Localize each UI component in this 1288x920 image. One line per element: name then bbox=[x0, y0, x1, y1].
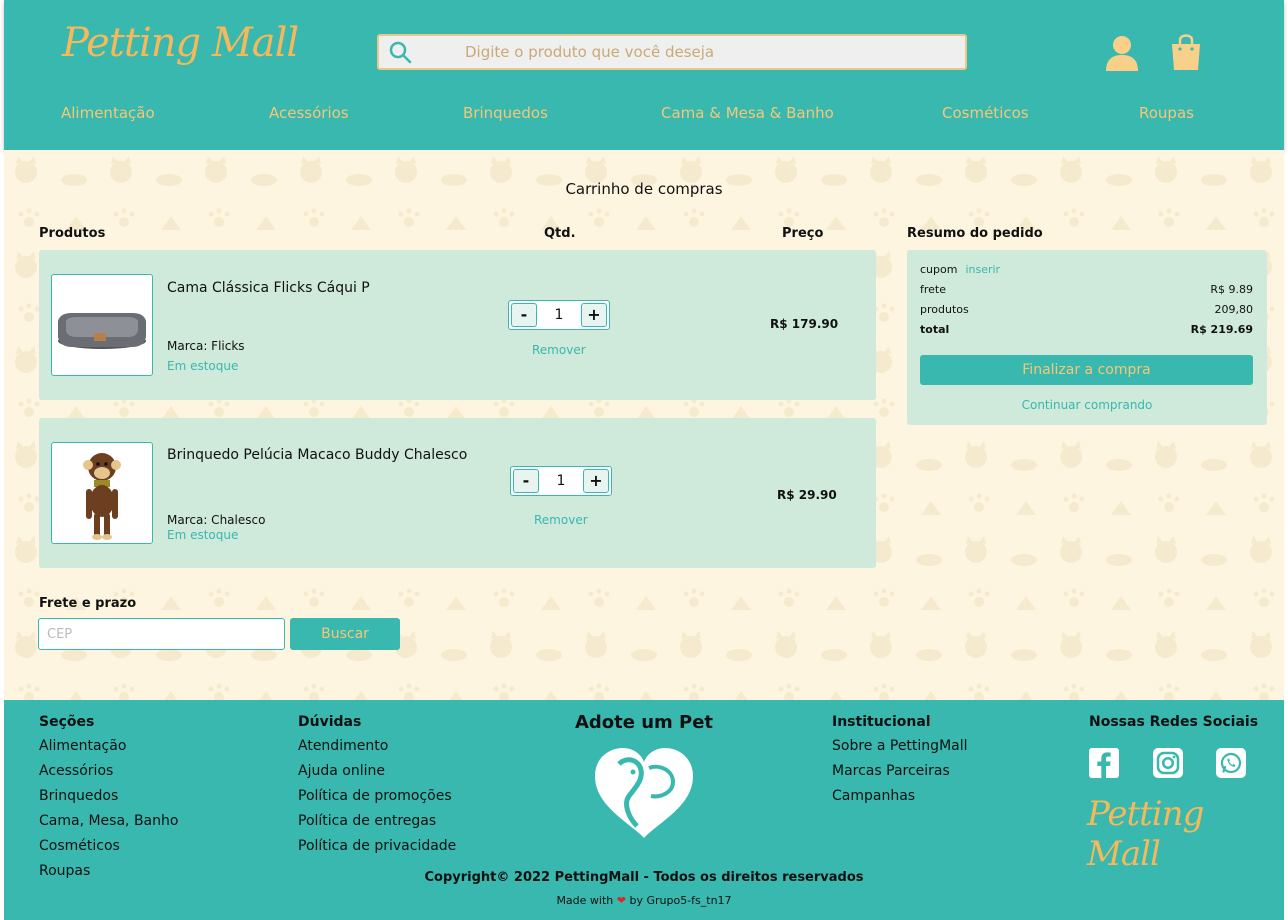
freight-label: frete bbox=[920, 283, 947, 296]
item-price: R$ 29.90 bbox=[777, 488, 837, 502]
nav-item-acessorios[interactable]: Acessórios bbox=[269, 104, 349, 122]
products-label: produtos bbox=[920, 303, 969, 316]
footer-sections-title: Seções bbox=[39, 714, 95, 730]
decrease-quantity-button[interactable]: - bbox=[511, 303, 537, 327]
footer-institutional-column: Institucional Sobre a PettingMall Marcas… bbox=[832, 714, 968, 809]
facebook-icon[interactable] bbox=[1089, 748, 1119, 778]
cart-item: Brinquedo Pelúcia Macaco Buddy Chalesco … bbox=[39, 418, 876, 568]
product-brand: Marca: Flicks bbox=[167, 339, 245, 353]
social-networks-title: Nossas Redes Sociais bbox=[1089, 714, 1259, 730]
nav-item-brinquedos[interactable]: Brinquedos bbox=[463, 104, 548, 122]
remove-item-link[interactable]: Remover bbox=[534, 513, 588, 527]
freight-section-title: Frete e prazo bbox=[39, 596, 137, 611]
checkout-button[interactable]: Finalizar a compra bbox=[920, 355, 1253, 385]
monkey-plush-image bbox=[83, 453, 121, 540]
cep-input[interactable] bbox=[38, 618, 285, 650]
copyright-text: Copyright© 2022 PettingMall - Todos os d… bbox=[424, 870, 864, 885]
remove-item-link[interactable]: Remover bbox=[532, 343, 586, 357]
whatsapp-icon[interactable] bbox=[1216, 748, 1246, 778]
column-header-price: Preço bbox=[782, 226, 824, 241]
footer-link-cosmeticos[interactable]: Cosméticos bbox=[39, 834, 178, 859]
footer-link-politica-promocoes[interactable]: Política de promoções bbox=[298, 784, 456, 809]
item-price: R$ 179.90 bbox=[770, 317, 839, 331]
quantity-stepper: - 1 + bbox=[510, 466, 612, 496]
page-title: Carrinho de compras bbox=[565, 180, 723, 198]
search-bar[interactable] bbox=[377, 34, 967, 70]
made-with-credit: Made with ❤ by Grupo5-fs_tn17 bbox=[4, 894, 1284, 907]
nav-item-cosmeticos[interactable]: Cosméticos bbox=[942, 104, 1029, 122]
increase-quantity-button[interactable]: + bbox=[583, 469, 609, 493]
petting-mall-footer-logo[interactable]: Petting Mall bbox=[1087, 794, 1284, 874]
order-summary-title: Resumo do pedido bbox=[907, 226, 1043, 241]
column-header-quantity: Qtd. bbox=[544, 226, 576, 241]
search-icon[interactable] bbox=[387, 39, 413, 65]
total-label: total bbox=[920, 323, 950, 336]
footer-link-atendimento[interactable]: Atendimento bbox=[298, 734, 456, 759]
footer-questions-title: Dúvidas bbox=[298, 714, 362, 730]
footer-link-politica-privacidade[interactable]: Política de privacidade bbox=[298, 834, 456, 859]
footer-sections-column: Seções Alimentação Acessórios Brinquedos… bbox=[39, 714, 178, 884]
product-image[interactable] bbox=[51, 274, 153, 376]
quantity-value: 1 bbox=[556, 473, 566, 489]
insert-coupon-link[interactable]: inserir bbox=[965, 263, 1000, 276]
petting-mall-logo[interactable]: Petting Mall bbox=[62, 20, 299, 66]
total-row: total R$ 219.69 bbox=[920, 323, 1253, 336]
search-freight-button[interactable]: Buscar bbox=[290, 618, 400, 650]
footer-link-politica-entregas[interactable]: Política de entregas bbox=[298, 809, 456, 834]
total-value: R$ 219.69 bbox=[1190, 323, 1253, 336]
nav-item-roupas[interactable]: Roupas bbox=[1139, 104, 1194, 122]
footer-link-cama-mesa-banho[interactable]: Cama, Mesa, Banho bbox=[39, 809, 178, 834]
shopping-bag-icon[interactable] bbox=[1168, 32, 1204, 72]
order-summary-panel: cupom inserir frete R$ 9.89 produtos 209,… bbox=[907, 250, 1267, 425]
product-name[interactable]: Brinquedo Pelúcia Macaco Buddy Chalesco bbox=[167, 447, 467, 463]
adopt-pet-heart-icon[interactable] bbox=[589, 744, 699, 840]
quantity-stepper: - 1 + bbox=[508, 300, 610, 330]
nav-item-cama-mesa-banho[interactable]: Cama & Mesa & Banho bbox=[661, 104, 834, 122]
coupon-label: cupom bbox=[920, 263, 958, 276]
heart-icon: ❤ bbox=[616, 894, 626, 907]
increase-quantity-button[interactable]: + bbox=[581, 303, 607, 327]
footer-link-campanhas[interactable]: Campanhas bbox=[832, 784, 968, 809]
adopt-pet-title[interactable]: Adote um Pet bbox=[544, 712, 744, 733]
nav-item-alimentacao[interactable]: Alimentação bbox=[61, 104, 155, 122]
footer-link-sobre[interactable]: Sobre a PettingMall bbox=[832, 734, 968, 759]
footer-link-marcas-parceiras[interactable]: Marcas Parceiras bbox=[832, 759, 968, 784]
pet-bed-image bbox=[58, 313, 146, 349]
footer-link-acessorios[interactable]: Acessórios bbox=[39, 759, 178, 784]
made-with-prefix: Made with bbox=[556, 894, 614, 907]
stock-status: Em estoque bbox=[167, 359, 239, 373]
search-input[interactable] bbox=[425, 36, 945, 68]
cart-item: Cama Clássica Flicks Cáqui P Marca: Flic… bbox=[39, 250, 876, 400]
quantity-value: 1 bbox=[554, 307, 564, 323]
continue-shopping-link[interactable]: Continuar comprando bbox=[907, 398, 1267, 412]
decrease-quantity-button[interactable]: - bbox=[513, 469, 539, 493]
product-brand: Marca: Chalesco bbox=[167, 513, 266, 527]
footer-questions-column: Dúvidas Atendimento Ajuda online Polític… bbox=[298, 714, 456, 859]
site-footer: Seções Alimentação Acessórios Brinquedos… bbox=[4, 700, 1284, 920]
made-with-suffix: by Grupo5-fs_tn17 bbox=[629, 894, 732, 907]
column-header-products: Produtos bbox=[39, 226, 106, 241]
coupon-row: cupom inserir bbox=[920, 263, 1253, 276]
instagram-icon[interactable] bbox=[1153, 748, 1183, 778]
category-nav: Alimentação Acessórios Brinquedos Cama &… bbox=[4, 104, 1284, 130]
product-image[interactable] bbox=[51, 442, 153, 544]
site-header: Petting Mall Alimentação Acessórios Brin… bbox=[4, 0, 1284, 150]
stock-status: Em estoque bbox=[167, 528, 239, 542]
footer-institutional-title: Institucional bbox=[832, 714, 931, 730]
products-row: produtos 209,80 bbox=[920, 303, 1253, 316]
footer-link-brinquedos[interactable]: Brinquedos bbox=[39, 784, 178, 809]
products-value: 209,80 bbox=[1214, 303, 1254, 316]
footer-link-alimentacao[interactable]: Alimentação bbox=[39, 734, 178, 759]
freight-row: frete R$ 9.89 bbox=[920, 283, 1253, 296]
product-name[interactable]: Cama Clássica Flicks Cáqui P bbox=[167, 280, 370, 296]
footer-link-ajuda-online[interactable]: Ajuda online bbox=[298, 759, 456, 784]
cart-page: Carrinho de compras Produtos Qtd. Preço … bbox=[4, 150, 1284, 700]
user-account-icon[interactable] bbox=[1104, 34, 1140, 72]
freight-value: R$ 9.89 bbox=[1210, 283, 1253, 296]
